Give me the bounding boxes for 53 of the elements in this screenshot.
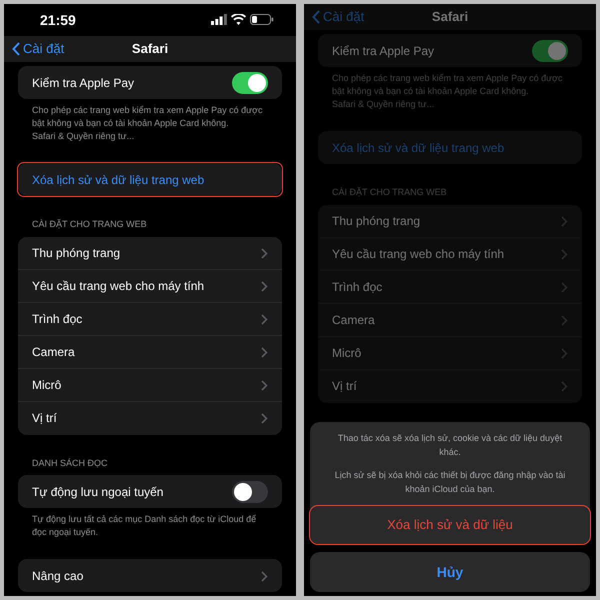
settings-row[interactable]: Nâng cao [18,559,282,592]
clear-history-button[interactable]: Xóa lịch sử và dữ liệu [310,506,590,544]
wifi-icon [231,14,246,26]
setting-label: Kiểm tra Apple Pay [332,42,434,60]
settings-row[interactable]: Micrô [18,368,282,402]
battery-icon [250,14,274,26]
section-header: CÀI ĐẶT CHO TRANG WEB [31,218,148,232]
privacy-link[interactable]: Safari & Quyền riêng tư... [32,130,268,144]
chevron-icon [561,314,568,326]
cancel-button[interactable]: Hủy [310,552,590,592]
chevron-icon [561,282,568,293]
chevron-icon [261,571,268,582]
toggle-switch[interactable] [232,480,268,503]
settings-row[interactable]: Trình đọc [18,302,282,336]
settings-row[interactable]: Camera [318,304,582,337]
section-header: DANH SÁCH ĐỌC [31,456,109,470]
back-button[interactable]: Cài đặt [4,38,70,60]
nav-title: Safari [432,8,468,26]
settings-row[interactable]: Yêu cầu trang web cho máy tính [318,238,582,271]
chevron-icon [561,381,568,392]
toggle-switch[interactable] [532,40,568,62]
settings-row[interactable]: Vị trí [318,370,582,403]
section-footer: Tự động lưu tất cả các mục Danh sách đọc từ iCloud để đọc ngoại tuyến. [4,508,296,540]
settings-row[interactable]: Thu phóng trang [318,204,582,238]
chevron-icon [561,248,568,260]
chevron-icon [561,216,568,227]
chevron-icon [561,348,568,359]
signal-icon [211,14,227,26]
setting-label: Kiểm tra Apple Pay [32,74,134,92]
nav-title: Safari [132,40,168,58]
settings-row[interactable]: Thu phóng trang [18,236,282,270]
sheet-message: Thao tác xóa sẽ xóa lịch sử, cookie và các dữ liệu duyệt khác. [336,432,564,458]
settings-row[interactable]: Camera [18,336,282,369]
chevron-icon [261,314,268,325]
settings-row[interactable]: Yêu cầu trang web cho máy tính [18,270,282,303]
footer-text: Cho phép các trang web kiểm tra xem Apple Pay có được bật không và bạn có tài khoản Apple Card không. [32,105,263,128]
section-header: CÀI ĐẶT CHO TRANG WEB [331,186,448,200]
chevron-icon [261,346,268,358]
status-time: 21:59 [40,10,76,30]
back-icon [12,42,20,56]
settings-row[interactable]: Trình đọc [318,270,582,304]
settings-row[interactable]: Vị trí [18,402,282,435]
chevron-icon [261,280,268,292]
chevron-icon [261,380,268,391]
footer-text: Cho phép các trang web kiểm tra xem Apple Pay có được bật không và bạn có tài khoản Apple Card không. [332,73,563,96]
back-icon [312,10,320,24]
chevron-icon [261,248,268,259]
settings-row[interactable]: Micrô [318,336,582,370]
clear-history-link[interactable]: Xóa lịch sử và dữ liệu trang web [18,163,282,196]
sheet-message: Lịch sử sẽ bị xóa khỏi các thiết bị được đăng nhập vào tài khoản iCloud của bạn. [334,469,566,496]
toggle-switch[interactable] [232,72,268,94]
chevron-icon [261,413,268,424]
setting-label: Tự động lưu ngoại tuyến [32,484,164,501]
